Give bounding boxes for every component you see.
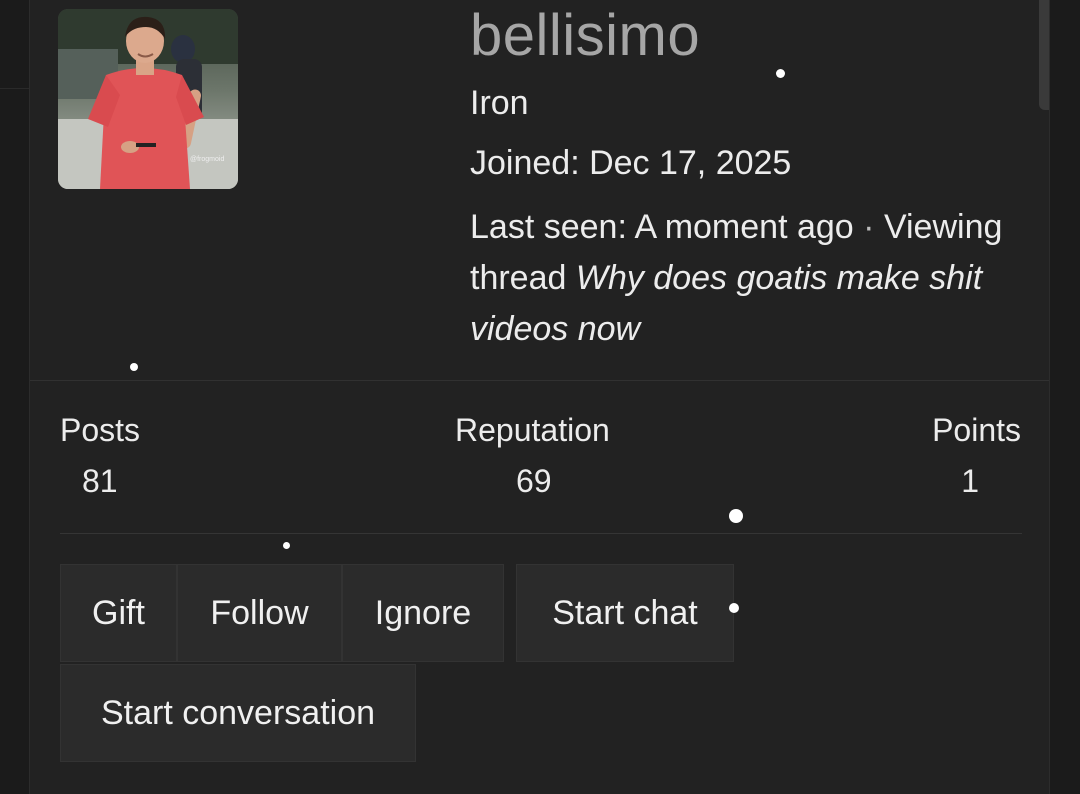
follow-button[interactable]: Follow — [177, 564, 342, 662]
section-divider — [30, 380, 1049, 381]
stat-points[interactable]: Points 1 — [932, 412, 1021, 500]
dust-speck — [283, 542, 290, 549]
profile-page: @frogmoid bellisimo Iron Joined: Dec 17,… — [0, 0, 1080, 794]
ignore-button[interactable]: Ignore — [342, 564, 504, 662]
dust-speck — [130, 363, 138, 371]
start-chat-button[interactable]: Start chat — [516, 564, 734, 662]
last-seen-text: Last seen: A moment ago — [470, 208, 854, 246]
header-divider — [0, 88, 30, 89]
avatar[interactable]: @frogmoid — [58, 9, 238, 189]
stat-reputation[interactable]: Reputation 69 — [455, 412, 610, 500]
avatar-image: @frogmoid — [58, 9, 238, 189]
dust-speck — [729, 509, 743, 523]
separator-dot: · — [863, 208, 875, 246]
stat-posts[interactable]: Posts 81 — [60, 412, 140, 500]
stat-value: 81 — [82, 463, 118, 499]
dust-speck — [729, 603, 739, 613]
joined-date: Joined: Dec 17, 2025 — [470, 144, 792, 182]
stat-value: 1 — [961, 463, 979, 499]
start-conversation-button[interactable]: Start conversation — [60, 664, 416, 762]
avatar-watermark: @frogmoid — [190, 156, 224, 163]
stat-label: Posts — [60, 412, 141, 448]
gift-button[interactable]: Gift — [60, 564, 177, 662]
dust-speck — [776, 69, 785, 78]
stats-divider — [60, 533, 1022, 534]
stat-value: 69 — [516, 463, 552, 499]
username[interactable]: bellisimo — [470, 2, 700, 69]
stat-label: Reputation — [455, 412, 610, 448]
last-seen: Last seen: A moment ago · Viewing thread… — [470, 202, 1030, 355]
scrollbar[interactable] — [1039, 0, 1049, 110]
stat-label: Points — [932, 412, 1021, 448]
member-card: @frogmoid bellisimo Iron Joined: Dec 17,… — [29, 0, 1050, 794]
user-rank: Iron — [470, 84, 529, 122]
